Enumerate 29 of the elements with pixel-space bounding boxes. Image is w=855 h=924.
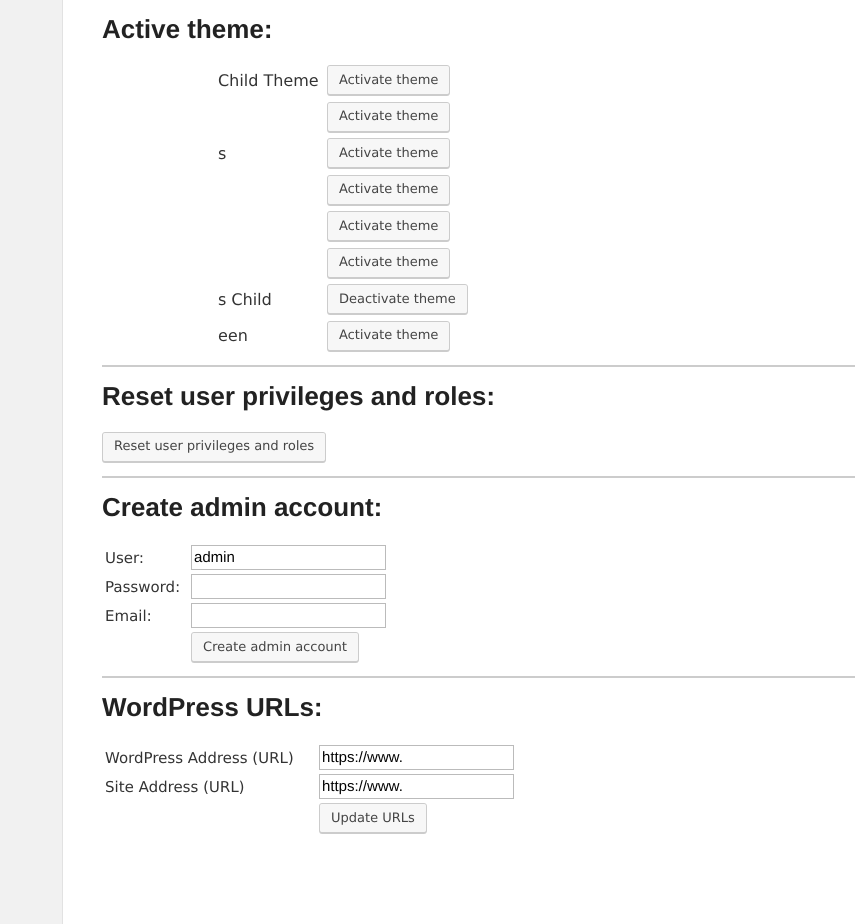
theme-button[interactable]: Deactivate theme <box>327 284 468 314</box>
theme-button[interactable]: Activate theme <box>327 320 450 350</box>
theme-button[interactable]: Activate theme <box>327 248 450 278</box>
theme-button[interactable]: Activate theme <box>327 102 450 132</box>
section-heading: Reset user privileges and roles: <box>102 380 496 412</box>
input-field[interactable]: admin <box>191 544 386 570</box>
section-heading: WordPress URLs: <box>102 692 324 722</box>
theme-button[interactable]: Activate theme <box>327 65 450 95</box>
section-heading: Active theme: <box>102 14 274 45</box>
theme-button[interactable]: Activate theme <box>327 211 450 241</box>
theme-button[interactable]: Activate theme <box>327 138 450 168</box>
theme-name: Child Theme <box>218 70 319 90</box>
theme-button[interactable]: Activate theme <box>327 174 450 204</box>
theme-name: een <box>218 326 248 345</box>
field-label: Password: <box>104 578 180 596</box>
field-label: User: <box>104 548 144 566</box>
section-heading: Create admin account: <box>102 492 384 522</box>
input-field[interactable] <box>191 574 386 598</box>
submit-button[interactable]: Update URLs <box>319 803 427 833</box>
input-field[interactable]: https://www. <box>319 774 514 798</box>
input-field[interactable] <box>191 602 386 628</box>
theme-name: s Child <box>218 290 272 308</box>
submit-button[interactable]: Create admin account <box>191 632 359 662</box>
input-field[interactable]: https://www. <box>319 744 514 770</box>
theme-name: s <box>218 144 226 162</box>
field-label: Email: <box>104 606 152 624</box>
field-label: WordPress Address (URL) <box>104 748 294 766</box>
field-label: Site Address (URL) <box>104 778 245 796</box>
reset-button[interactable]: Reset user privileges and roles <box>102 432 326 462</box>
